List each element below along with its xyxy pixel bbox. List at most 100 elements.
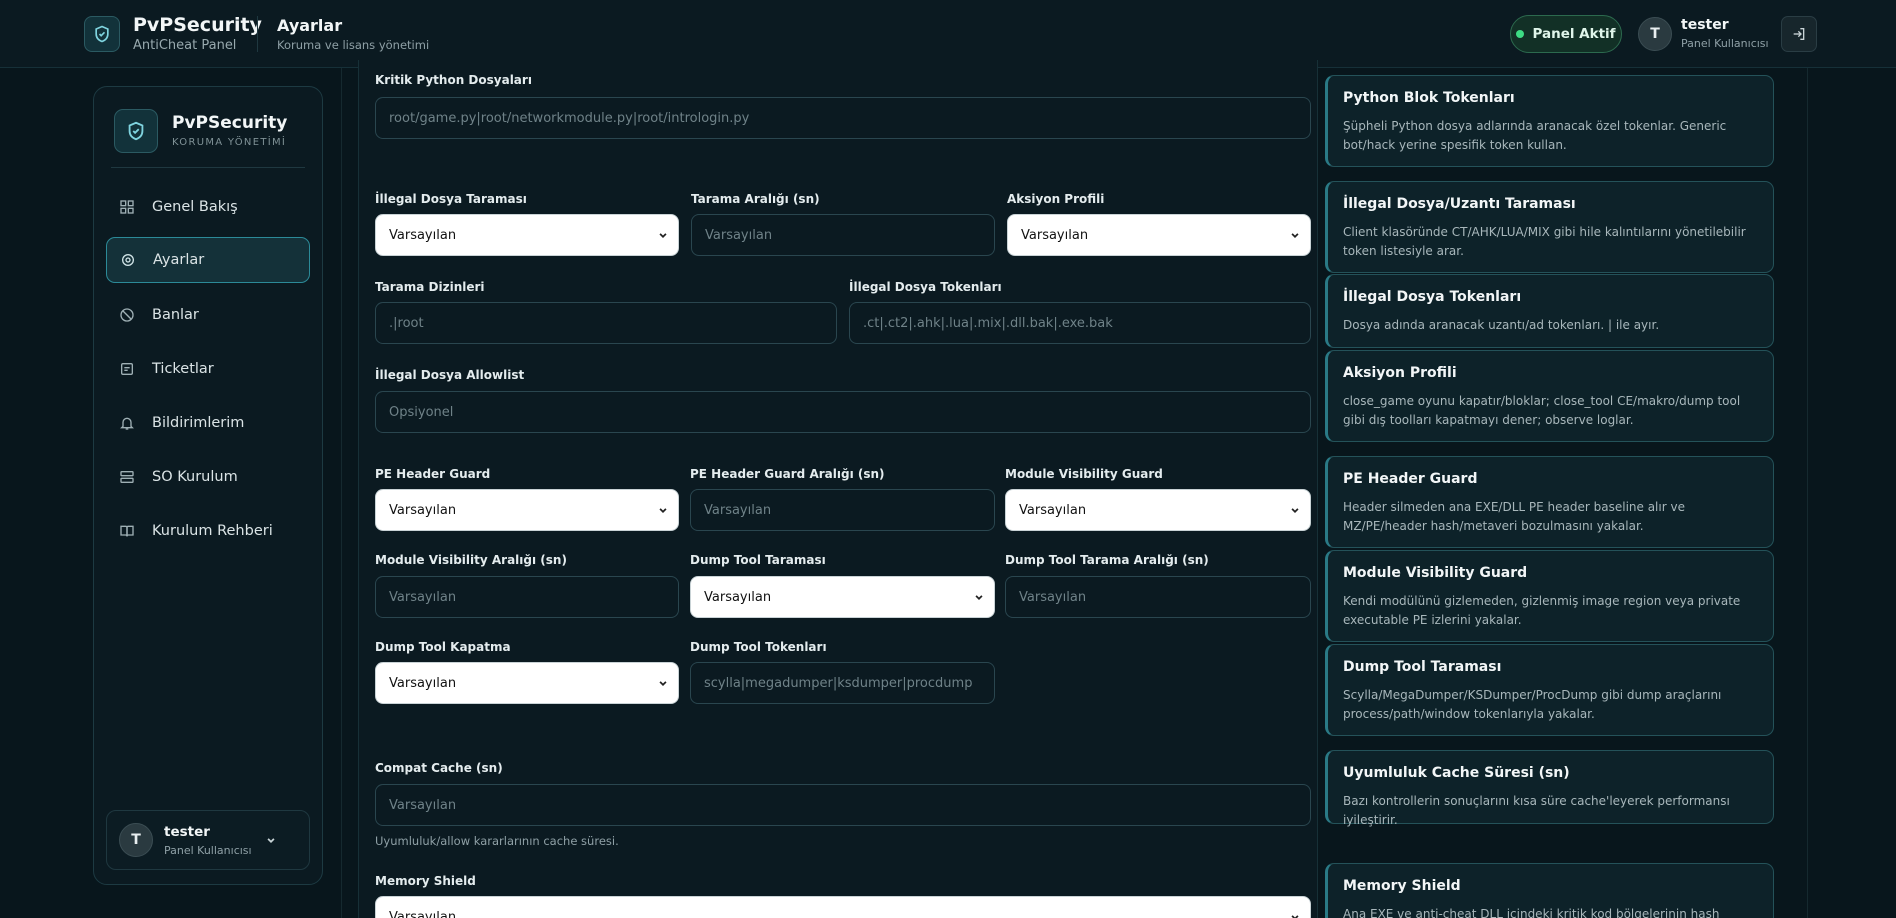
bell-icon [118, 414, 136, 432]
pe-header-araligi-input[interactable]: Varsayılan [690, 489, 995, 531]
sidebar-item-label: SO Kurulum [152, 469, 238, 485]
sidebar-item-genel-bakis[interactable]: Genel Bakış [106, 184, 310, 230]
select-value: Varsayılan [389, 675, 457, 691]
field-label: Tarama Dizinleri [375, 280, 485, 294]
card-title: Aksiyon Profili [1343, 365, 1457, 381]
field-label: Dump Tool Kapatma [375, 640, 511, 654]
info-card: Python Blok Tokenları Şüpheli Python dos… [1325, 75, 1774, 167]
tarama-dizinleri-input[interactable]: .|root [375, 302, 837, 344]
status-label: Panel Aktif [1532, 26, 1616, 42]
sidebar-item-ayarlar[interactable]: Ayarlar [106, 237, 310, 283]
sidebar-subtitle: KORUMA YÖNETİMİ [172, 137, 287, 148]
card-description: Bazı kontrollerin sonuçlarını kısa süre … [1343, 794, 1730, 827]
module-visibility-select[interactable]: Varsayılan [1005, 489, 1311, 531]
chevron-down-icon [659, 233, 667, 238]
avatar[interactable]: T [1638, 17, 1672, 51]
card-description: Kendi modülünü gizlemeden, gizlenmiş ima… [1343, 594, 1741, 627]
user-role: Panel Kullanıcısı [164, 844, 252, 857]
card-description: Header silmeden ana EXE/DLL PE header ba… [1343, 500, 1685, 533]
illegal-tarama-select[interactable]: Varsayılan [375, 214, 679, 256]
info-card: Uyumluluk Cache Süresi (sn) Bazı kontrol… [1325, 750, 1774, 827]
ticket-icon [118, 360, 136, 378]
sidebar-item-kurulum-rehberi[interactable]: Kurulum Rehberi [106, 508, 310, 554]
field-label: Aksiyon Profili [1007, 192, 1105, 206]
chevron-down-icon [1291, 915, 1299, 918]
sidebar-item-so-kurulum[interactable]: SO Kurulum [106, 454, 310, 500]
card-description: Şüpheli Python dosya adlarında aranacak … [1343, 119, 1727, 152]
chevron-down-icon [975, 595, 983, 600]
status-dot-icon [1516, 30, 1525, 38]
field-label: PE Header Guard Aralığı (sn) [690, 467, 885, 481]
settings-icon [119, 251, 137, 269]
user-name: tester [164, 824, 210, 840]
sidebar-item-bildirimlerim[interactable]: Bildirimlerim [106, 400, 310, 446]
dump-tool-taramasi-select[interactable]: Varsayılan [690, 576, 995, 618]
sidebar-item-label: Ticketlar [152, 361, 214, 377]
dump-tool-kapatma-select[interactable]: Varsayılan [375, 662, 679, 704]
select-value: Varsayılan [389, 909, 457, 918]
select-value: Varsayılan [1021, 227, 1089, 243]
card-description: Scylla/MegaDumper/KSDumper/ProcDump gibi… [1343, 688, 1722, 721]
illegal-allowlist-input[interactable]: Opsiyonel [375, 391, 1311, 433]
select-value: Varsayılan [1019, 502, 1087, 518]
chevron-down-icon [267, 838, 275, 843]
pe-header-guard-select[interactable]: Varsayılan [375, 489, 679, 531]
card-description: Dosya adında aranacak uzantı/ad tokenlar… [1343, 318, 1660, 332]
memory-shield-select[interactable]: Varsayılan [375, 896, 1311, 918]
module-visibility-araligi-input[interactable]: Varsayılan [375, 576, 679, 618]
info-card: İllegal Dosya Tokenları Dosya adında ara… [1325, 274, 1774, 348]
header-divider [257, 16, 258, 52]
sidebar: PvPSecurity KORUMA YÖNETİMİ Genel Bakış … [93, 86, 323, 885]
sidebar-item-label: Banlar [152, 307, 199, 323]
logout-button[interactable] [1781, 16, 1817, 52]
select-value: Varsayılan [704, 589, 772, 605]
sidebar-user-menu[interactable]: T tester Panel Kullanıcısı [106, 810, 310, 870]
sidebar-item-ticketlar[interactable]: Ticketlar [106, 346, 310, 392]
sidebar-item-label: Genel Bakış [152, 199, 238, 215]
field-label: Tarama Aralığı (sn) [691, 192, 820, 206]
logout-icon [1793, 28, 1805, 40]
kritik-python-input[interactable]: root/game.py|root/networkmodule.py|root/… [375, 97, 1311, 139]
chevron-down-icon [659, 508, 667, 513]
info-card: Memory Shield Ana EXE ve anti-cheat DLL … [1325, 863, 1774, 918]
ban-icon [118, 306, 136, 324]
info-card: Dump Tool Taraması Scylla/MegaDumper/KSD… [1325, 644, 1774, 736]
tarama-araligi-input[interactable]: Varsayılan [691, 214, 995, 256]
info-card: Module Visibility Guard Kendi modülünü g… [1325, 550, 1774, 642]
info-card: İllegal Dosya/Uzantı Taraması Client kla… [1325, 181, 1774, 273]
top-bar: PvPSecurity AntiCheat Panel Ayarlar Koru… [0, 0, 1896, 68]
info-card: PE Header Guard Header silmeden ana EXE/… [1325, 456, 1774, 548]
field-label: İllegal Dosya Allowlist [375, 368, 525, 382]
shield-logo-icon [114, 109, 158, 153]
card-title: PE Header Guard [1343, 471, 1478, 487]
card-title: Memory Shield [1343, 878, 1461, 894]
card-title: İllegal Dosya Tokenları [1343, 289, 1522, 305]
sidebar-title: PvPSecurity [172, 113, 288, 133]
field-label: Dump Tool Tarama Aralığı (sn) [1005, 553, 1209, 567]
aksiyon-profili-select[interactable]: Varsayılan [1007, 214, 1311, 256]
book-icon [118, 522, 136, 540]
compat-cache-input[interactable]: Varsayılan [375, 784, 1311, 826]
field-label: Module Visibility Guard [1005, 467, 1163, 481]
compat-cache-help: Uyumluluk/allow kararlarının cache süres… [375, 834, 619, 848]
brand-subtitle: AntiCheat Panel [133, 38, 237, 53]
brand-title: PvPSecurity [133, 14, 262, 36]
field-label: İllegal Dosya Taraması [375, 192, 527, 206]
chevron-down-icon [1291, 233, 1299, 238]
dump-tool-araligi-input[interactable]: Varsayılan [1005, 576, 1311, 618]
sidebar-item-label: Kurulum Rehberi [152, 523, 273, 539]
chevron-down-icon [1291, 508, 1299, 513]
field-label: Module Visibility Aralığı (sn) [375, 553, 567, 567]
card-title: İllegal Dosya/Uzantı Taraması [1343, 196, 1576, 212]
dump-tool-tokenlari-input[interactable]: scylla|megadumper|ksdumper|procdump [690, 662, 995, 704]
page-title: Ayarlar [277, 16, 343, 35]
card-description: Client klasöründe CT/AHK/LUA/MIX gibi hi… [1343, 225, 1746, 258]
chevron-down-icon [659, 681, 667, 686]
field-label: İllegal Dosya Tokenları [849, 280, 1002, 294]
select-value: Varsayılan [389, 227, 457, 243]
field-label: Memory Shield [375, 874, 476, 888]
illegal-tokenlar-input[interactable]: .ct|.ct2|.ahk|.lua|.mix|.dll.bak|.exe.ba… [849, 302, 1311, 344]
sidebar-item-banlar[interactable]: Banlar [106, 292, 310, 338]
select-value: Varsayılan [389, 502, 457, 518]
card-description: close_game oyunu kapatır/bloklar; close_… [1343, 394, 1741, 427]
